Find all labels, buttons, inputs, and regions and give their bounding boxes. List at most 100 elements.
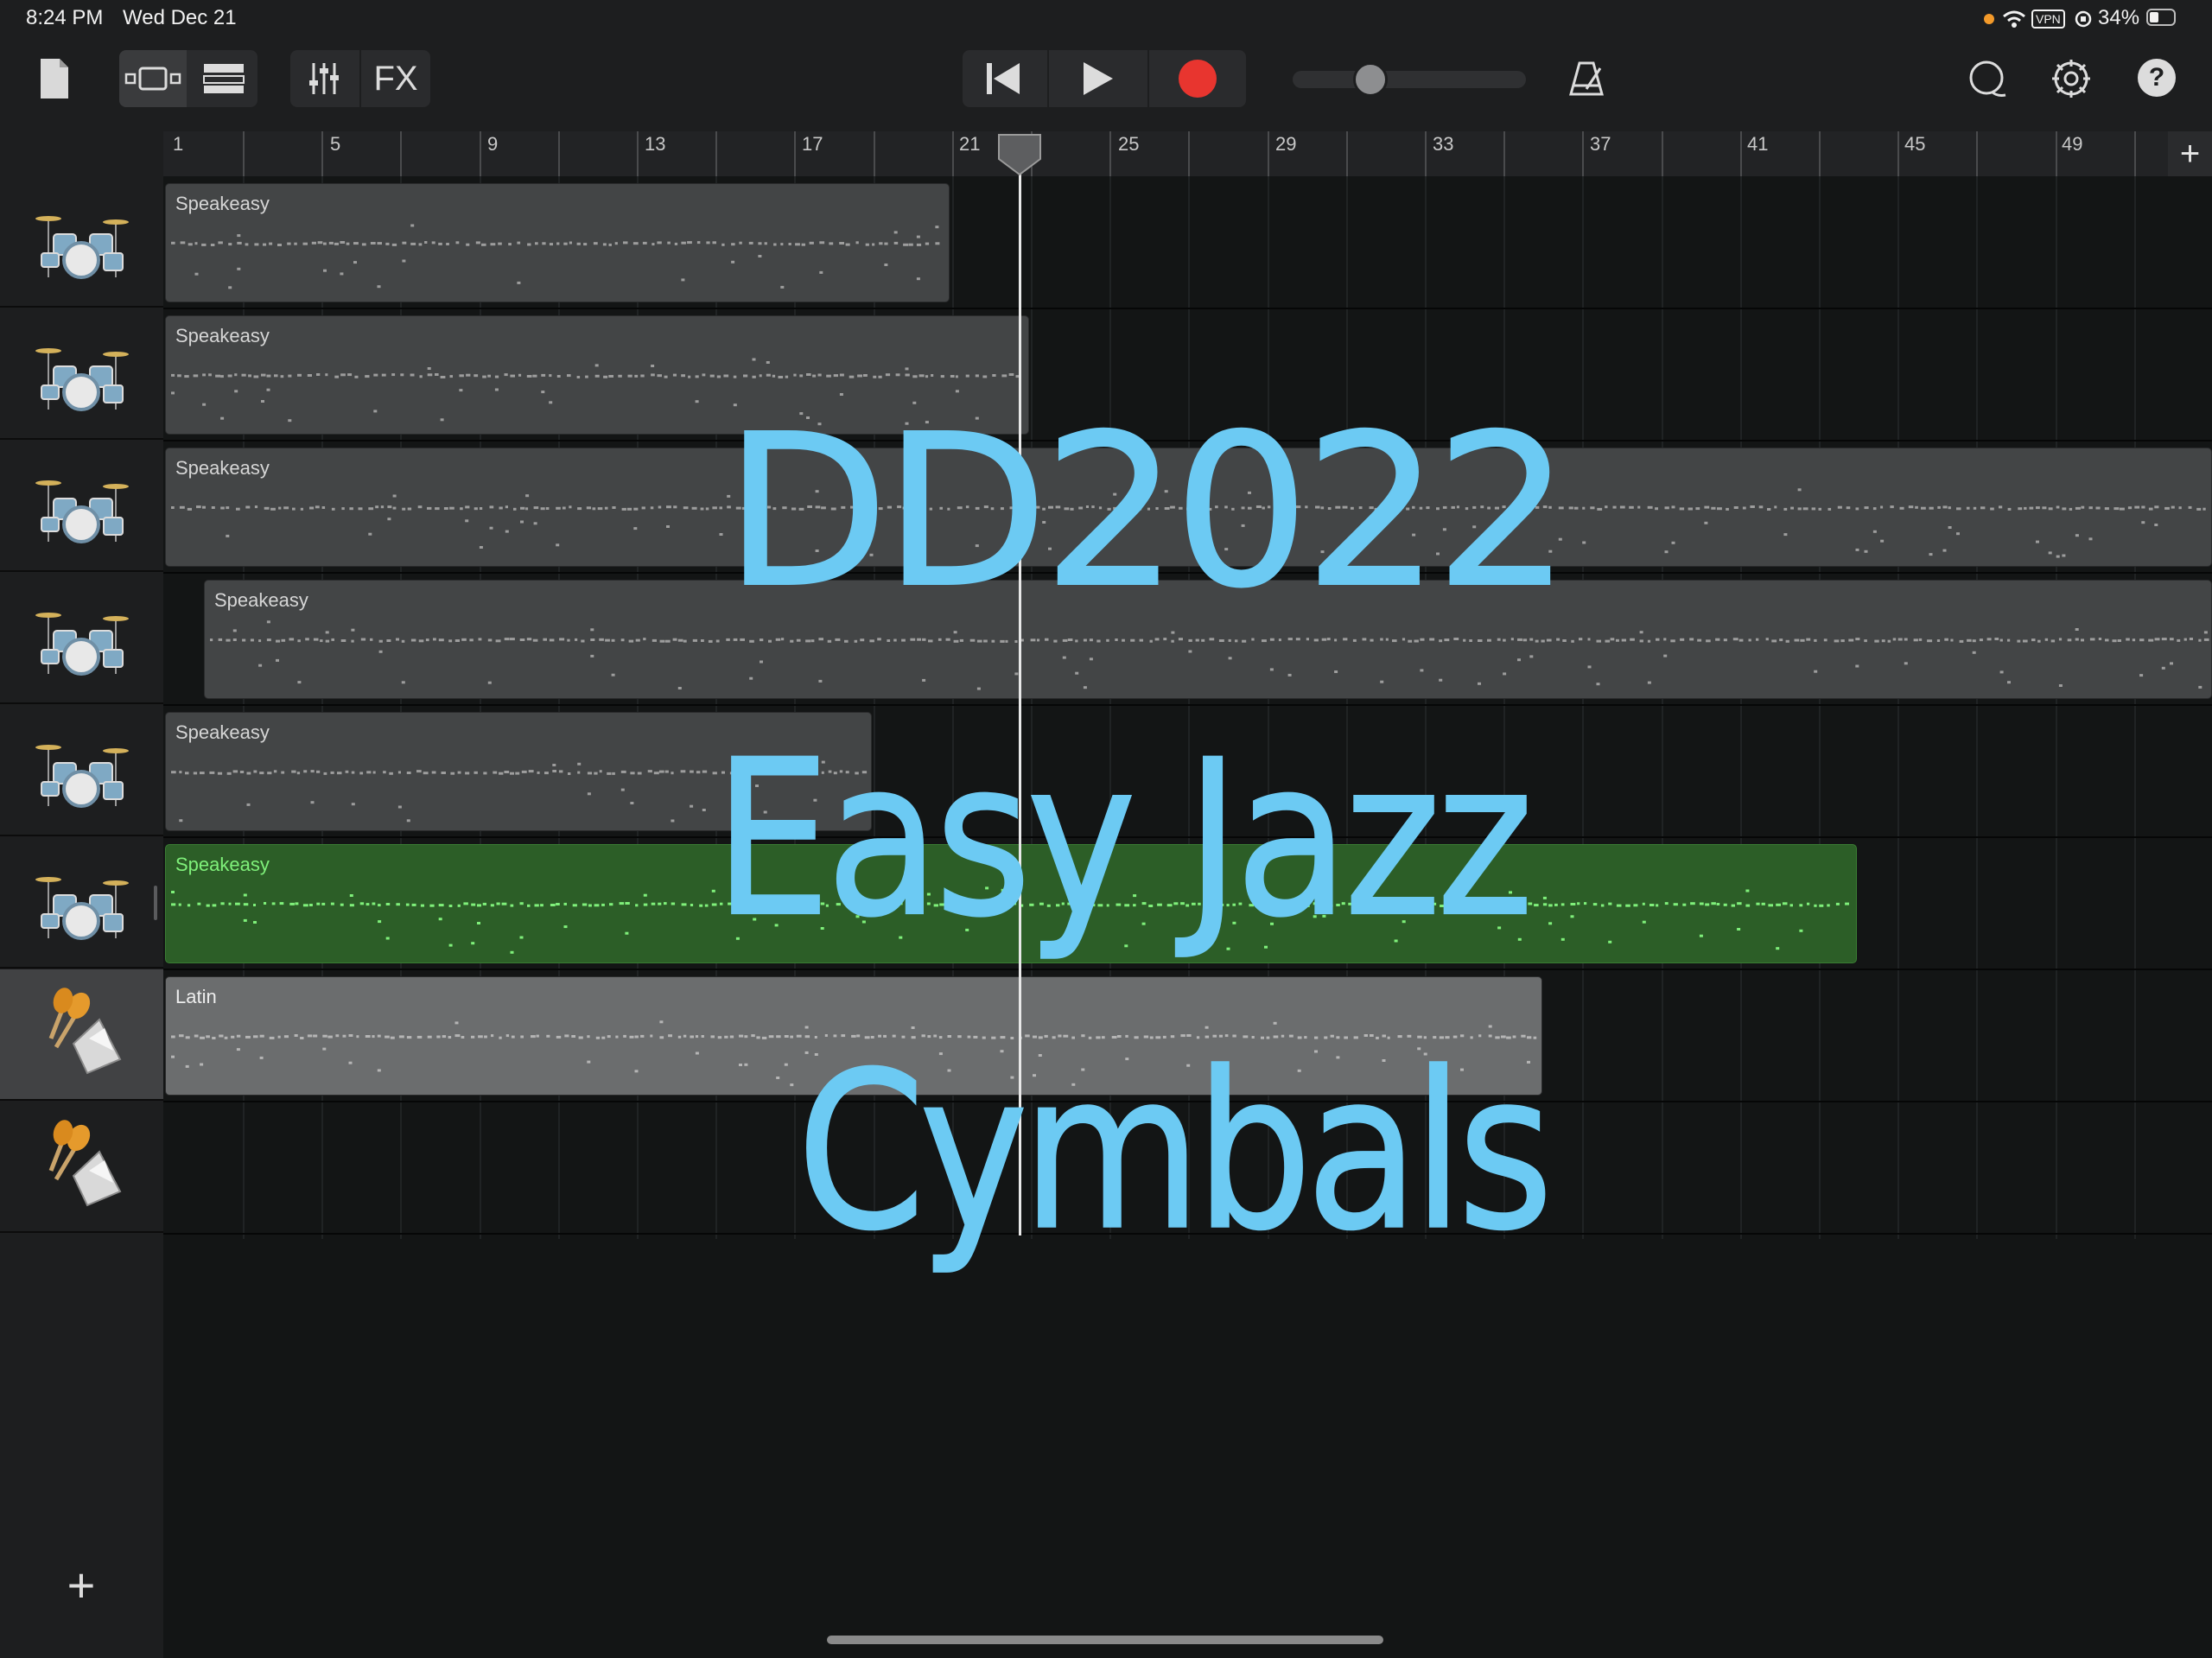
bar-number: 1: [173, 133, 184, 155]
wifi-icon: [2003, 10, 2025, 28]
lane-divider: [163, 969, 2212, 970]
help-button[interactable]: ?: [2138, 59, 2176, 97]
track-header-drums-2[interactable]: [0, 308, 163, 440]
region-speakeasy[interactable]: Speakeasy: [165, 183, 950, 302]
overlay-title: DD2022: [723, 390, 1572, 635]
ruler-tick: [1109, 131, 1112, 176]
transport-group: [963, 50, 1246, 107]
vpn-badge: VPN: [2031, 10, 2065, 29]
battery-percent: 34%: [2098, 6, 2140, 29]
ruler-corner: [0, 131, 163, 176]
overlay-subtitle: Easy Jazz: [713, 715, 1535, 965]
loop-icon: [1969, 60, 2006, 97]
add-track-button[interactable]: +: [55, 1558, 107, 1612]
maracas-cowbell-icon: [48, 1120, 121, 1207]
drum-kit-icon: [35, 745, 129, 808]
mixer-fx-group: FX: [290, 50, 430, 107]
bar-number: 13: [645, 133, 666, 155]
ruler-tick: [1739, 131, 1742, 176]
track-header-drums-1[interactable]: [0, 176, 163, 308]
record-button[interactable]: [1149, 50, 1246, 107]
toolbar: FX ?: [0, 38, 2212, 131]
ruler-tick: [1897, 131, 1900, 176]
drum-kit-icon: [35, 216, 129, 279]
ruler-tick: [1425, 131, 1427, 176]
grid-line: [1582, 176, 1585, 1239]
bar-number: 37: [1590, 133, 1611, 155]
ruler-tick: [400, 131, 403, 176]
play-button[interactable]: [1049, 50, 1146, 107]
bar-number: 29: [1275, 133, 1297, 155]
ruler-tick: [715, 131, 718, 176]
track-headers: +: [0, 176, 163, 1658]
resize-handle[interactable]: [154, 886, 157, 920]
ruler-tick: [2133, 131, 2136, 176]
mixer-button[interactable]: [290, 50, 358, 107]
home-indicator[interactable]: [827, 1636, 1383, 1644]
metronome-button[interactable]: [1564, 54, 1609, 104]
bar-number: 33: [1433, 133, 1454, 155]
drum-kit-icon: [35, 613, 129, 676]
ruler-tick: [1188, 131, 1191, 176]
metronome-icon: [1569, 61, 1604, 96]
settings-icon: [2052, 60, 2090, 98]
loop-browser-button[interactable]: [1961, 54, 2013, 104]
ruler-tick: [1267, 131, 1269, 176]
play-icon: [1084, 62, 1113, 95]
status-bar: 8:24 PM Wed Dec 21 VPN 34%: [0, 0, 2212, 38]
add-section-button[interactable]: +: [2168, 131, 2212, 176]
ruler-tick: [873, 131, 875, 176]
grid-line: [1661, 176, 1663, 1239]
ruler-tick: [951, 131, 954, 176]
ruler-tick: [1976, 131, 1979, 176]
overlay-caption: Cymbals: [796, 1026, 1554, 1279]
tracks-view-button[interactable]: [190, 50, 257, 107]
view-toggle-button[interactable]: [119, 50, 187, 107]
midi-notes: [171, 224, 940, 289]
volume-slider-thumb[interactable]: [1353, 62, 1388, 97]
record-icon: [1179, 60, 1217, 98]
fx-button[interactable]: FX: [361, 50, 430, 107]
ruler-tick: [321, 131, 324, 176]
grid-line: [2133, 176, 2136, 1239]
battery-icon: [2146, 9, 2176, 26]
bar-number: 9: [487, 133, 499, 155]
track-header-drums-6[interactable]: [0, 837, 163, 969]
track-header-drums-3[interactable]: [0, 441, 163, 572]
view-group: [119, 50, 257, 107]
ruler-tick: [479, 131, 481, 176]
ruler-tick: [1345, 131, 1348, 176]
volume-slider[interactable]: [1293, 62, 1526, 97]
ruler-tick: [1819, 131, 1821, 176]
ruler-tick: [557, 131, 560, 176]
rewind-icon: [987, 63, 1020, 94]
playhead-handle[interactable]: [997, 133, 1042, 176]
mic-indicator-dot: [1984, 14, 1994, 24]
ruler-tick: [794, 131, 797, 176]
document-button[interactable]: [35, 55, 74, 102]
grid-line: [1819, 176, 1821, 1239]
ruler-tick: [1661, 131, 1663, 176]
bar-number: 49: [2062, 133, 2083, 155]
mixer-icon: [309, 63, 339, 94]
rewind-button[interactable]: [963, 50, 1046, 107]
bar-number: 25: [1118, 133, 1140, 155]
ruler-tick: [1503, 131, 1506, 176]
bar-number: 45: [1904, 133, 1926, 155]
drum-kit-icon: [35, 348, 129, 411]
settings-button[interactable]: [2046, 54, 2096, 104]
bar-number: 41: [1747, 133, 1769, 155]
bar-number: 21: [959, 133, 981, 155]
bar-number: 5: [330, 133, 341, 155]
orientation-lock-icon: [2075, 10, 2092, 28]
tracks-view-icon: [203, 64, 245, 93]
timeline-ruler[interactable]: 1 5 9 13 17 21 25 29 33 37 41 45 49 +: [163, 131, 2212, 178]
track-header-drums-5[interactable]: [0, 705, 163, 836]
track-header-drums-4[interactable]: [0, 573, 163, 704]
status-date: Wed Dec 21: [123, 6, 237, 29]
ruler-tick: [1582, 131, 1585, 176]
lane-divider: [163, 308, 2212, 309]
track-header-percussion-1[interactable]: [0, 969, 163, 1101]
track-header-percussion-2[interactable]: [0, 1102, 163, 1233]
ruler-tick: [637, 131, 639, 176]
